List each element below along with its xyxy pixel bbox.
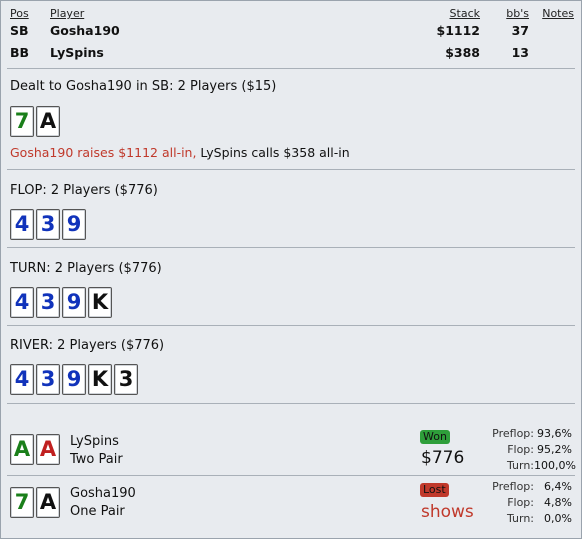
player-bbs: 13 (511, 45, 529, 60)
turn-equity-label: Turn: (506, 459, 534, 472)
column-bbs: bb's (506, 7, 529, 20)
result-amount: shows (421, 502, 474, 522)
column-stack: Stack (449, 7, 480, 20)
player-pos: BB (10, 45, 30, 60)
result-row: 7A Gosha190 One Pair Lost shows Preflop:… (1, 477, 581, 535)
divider (7, 169, 575, 170)
result-amount: $776 (421, 448, 465, 468)
result-player: Gosha190 One Pair (70, 485, 136, 521)
result-player: LySpins Two Pair (70, 433, 123, 469)
equity-stats: Preflop: 93,6% Flop: 95,2% Turn: 100,0% (474, 426, 576, 474)
result-player-name[interactable]: LySpins (70, 433, 123, 451)
turn-title: TURN: 2 Players ($776) (10, 261, 162, 276)
playing-card: 7 (10, 106, 34, 137)
showdown-cards: AA (10, 434, 60, 465)
won-badge: Won (420, 430, 450, 444)
playing-card: 9 (62, 209, 86, 240)
player-row: BB LySpins $388 13 (1, 45, 581, 67)
result-row: AA LySpins Two Pair Won $776 Preflop: 93,… (1, 425, 581, 475)
river-title: RIVER: 2 Players ($776) (10, 338, 165, 353)
player-pos: SB (10, 23, 29, 38)
player-stack: $1112 (436, 23, 481, 38)
preflop-equity: 6,4% (544, 480, 572, 493)
result-hand: Two Pair (70, 452, 123, 467)
flop-equity-label: Flop: (507, 496, 534, 509)
turn-equity: 0,0% (544, 512, 572, 525)
playing-card: K (88, 364, 112, 395)
playing-card: A (36, 106, 60, 137)
playing-card: 3 (36, 209, 60, 240)
preflop-cards: 7A (10, 106, 60, 137)
turn-equity: 100,0% (534, 459, 576, 472)
player-name[interactable]: Gosha190 (50, 23, 120, 38)
flop-equity: 4,8% (544, 496, 572, 509)
player-bbs: 37 (511, 23, 529, 38)
river-cards: 439K3 (10, 364, 138, 395)
playing-card: 3 (36, 287, 60, 318)
divider (7, 475, 575, 476)
playing-card: 9 (62, 364, 86, 395)
flop-equity-label: Flop: (507, 443, 534, 456)
playing-card: 4 (10, 364, 34, 395)
divider (7, 68, 575, 69)
turn-cards: 439K (10, 287, 112, 318)
players-table: Pos Player Stack bb's Notes SB Gosha190 … (1, 7, 581, 67)
preflop-equity-label: Preflop: (492, 427, 534, 440)
player-stack: $388 (445, 45, 480, 60)
call-action-text: LySpins calls $358 all-in (196, 145, 350, 160)
flop-cards: 439 (10, 209, 86, 240)
playing-card: A (36, 487, 60, 518)
lost-badge: Lost (420, 483, 449, 497)
column-notes: Notes (542, 7, 574, 20)
player-row: SB Gosha190 $1112 37 (1, 23, 581, 45)
divider (7, 247, 575, 248)
playing-card: 3 (36, 364, 60, 395)
playing-card: 7 (10, 487, 34, 518)
turn-equity-label: Turn: (506, 512, 534, 525)
column-player: Player (50, 7, 85, 20)
playing-card: 9 (62, 287, 86, 318)
result-hand: One Pair (70, 504, 125, 519)
players-table-header: Pos Player Stack bb's Notes (1, 7, 581, 23)
player-name[interactable]: LySpins (50, 45, 104, 60)
equity-stats: Preflop: 6,4% Flop: 4,8% Turn: 0,0% (474, 479, 572, 527)
playing-card: A (10, 434, 34, 465)
preflop-equity: 93,6% (537, 427, 572, 440)
preflop-action: Gosha190 raises $1112 all-in, LySpins ca… (10, 145, 350, 160)
preflop-title: Dealt to Gosha190 in SB: 2 Players ($15) (10, 79, 277, 94)
result-player-name[interactable]: Gosha190 (70, 485, 136, 503)
showdown-cards: 7A (10, 487, 60, 518)
flop-equity: 95,2% (537, 443, 572, 456)
hand-history-panel: Pos Player Stack bb's Notes SB Gosha190 … (0, 0, 582, 539)
divider (7, 325, 575, 326)
column-pos: Pos (10, 7, 29, 20)
divider (7, 403, 575, 404)
raise-action-text: Gosha190 raises $1112 all-in, (10, 145, 197, 160)
playing-card: A (36, 434, 60, 465)
preflop-equity-label: Preflop: (492, 480, 534, 493)
flop-title: FLOP: 2 Players ($776) (10, 183, 158, 198)
playing-card: 3 (114, 364, 138, 395)
playing-card: 4 (10, 209, 34, 240)
playing-card: K (88, 287, 112, 318)
playing-card: 4 (10, 287, 34, 318)
